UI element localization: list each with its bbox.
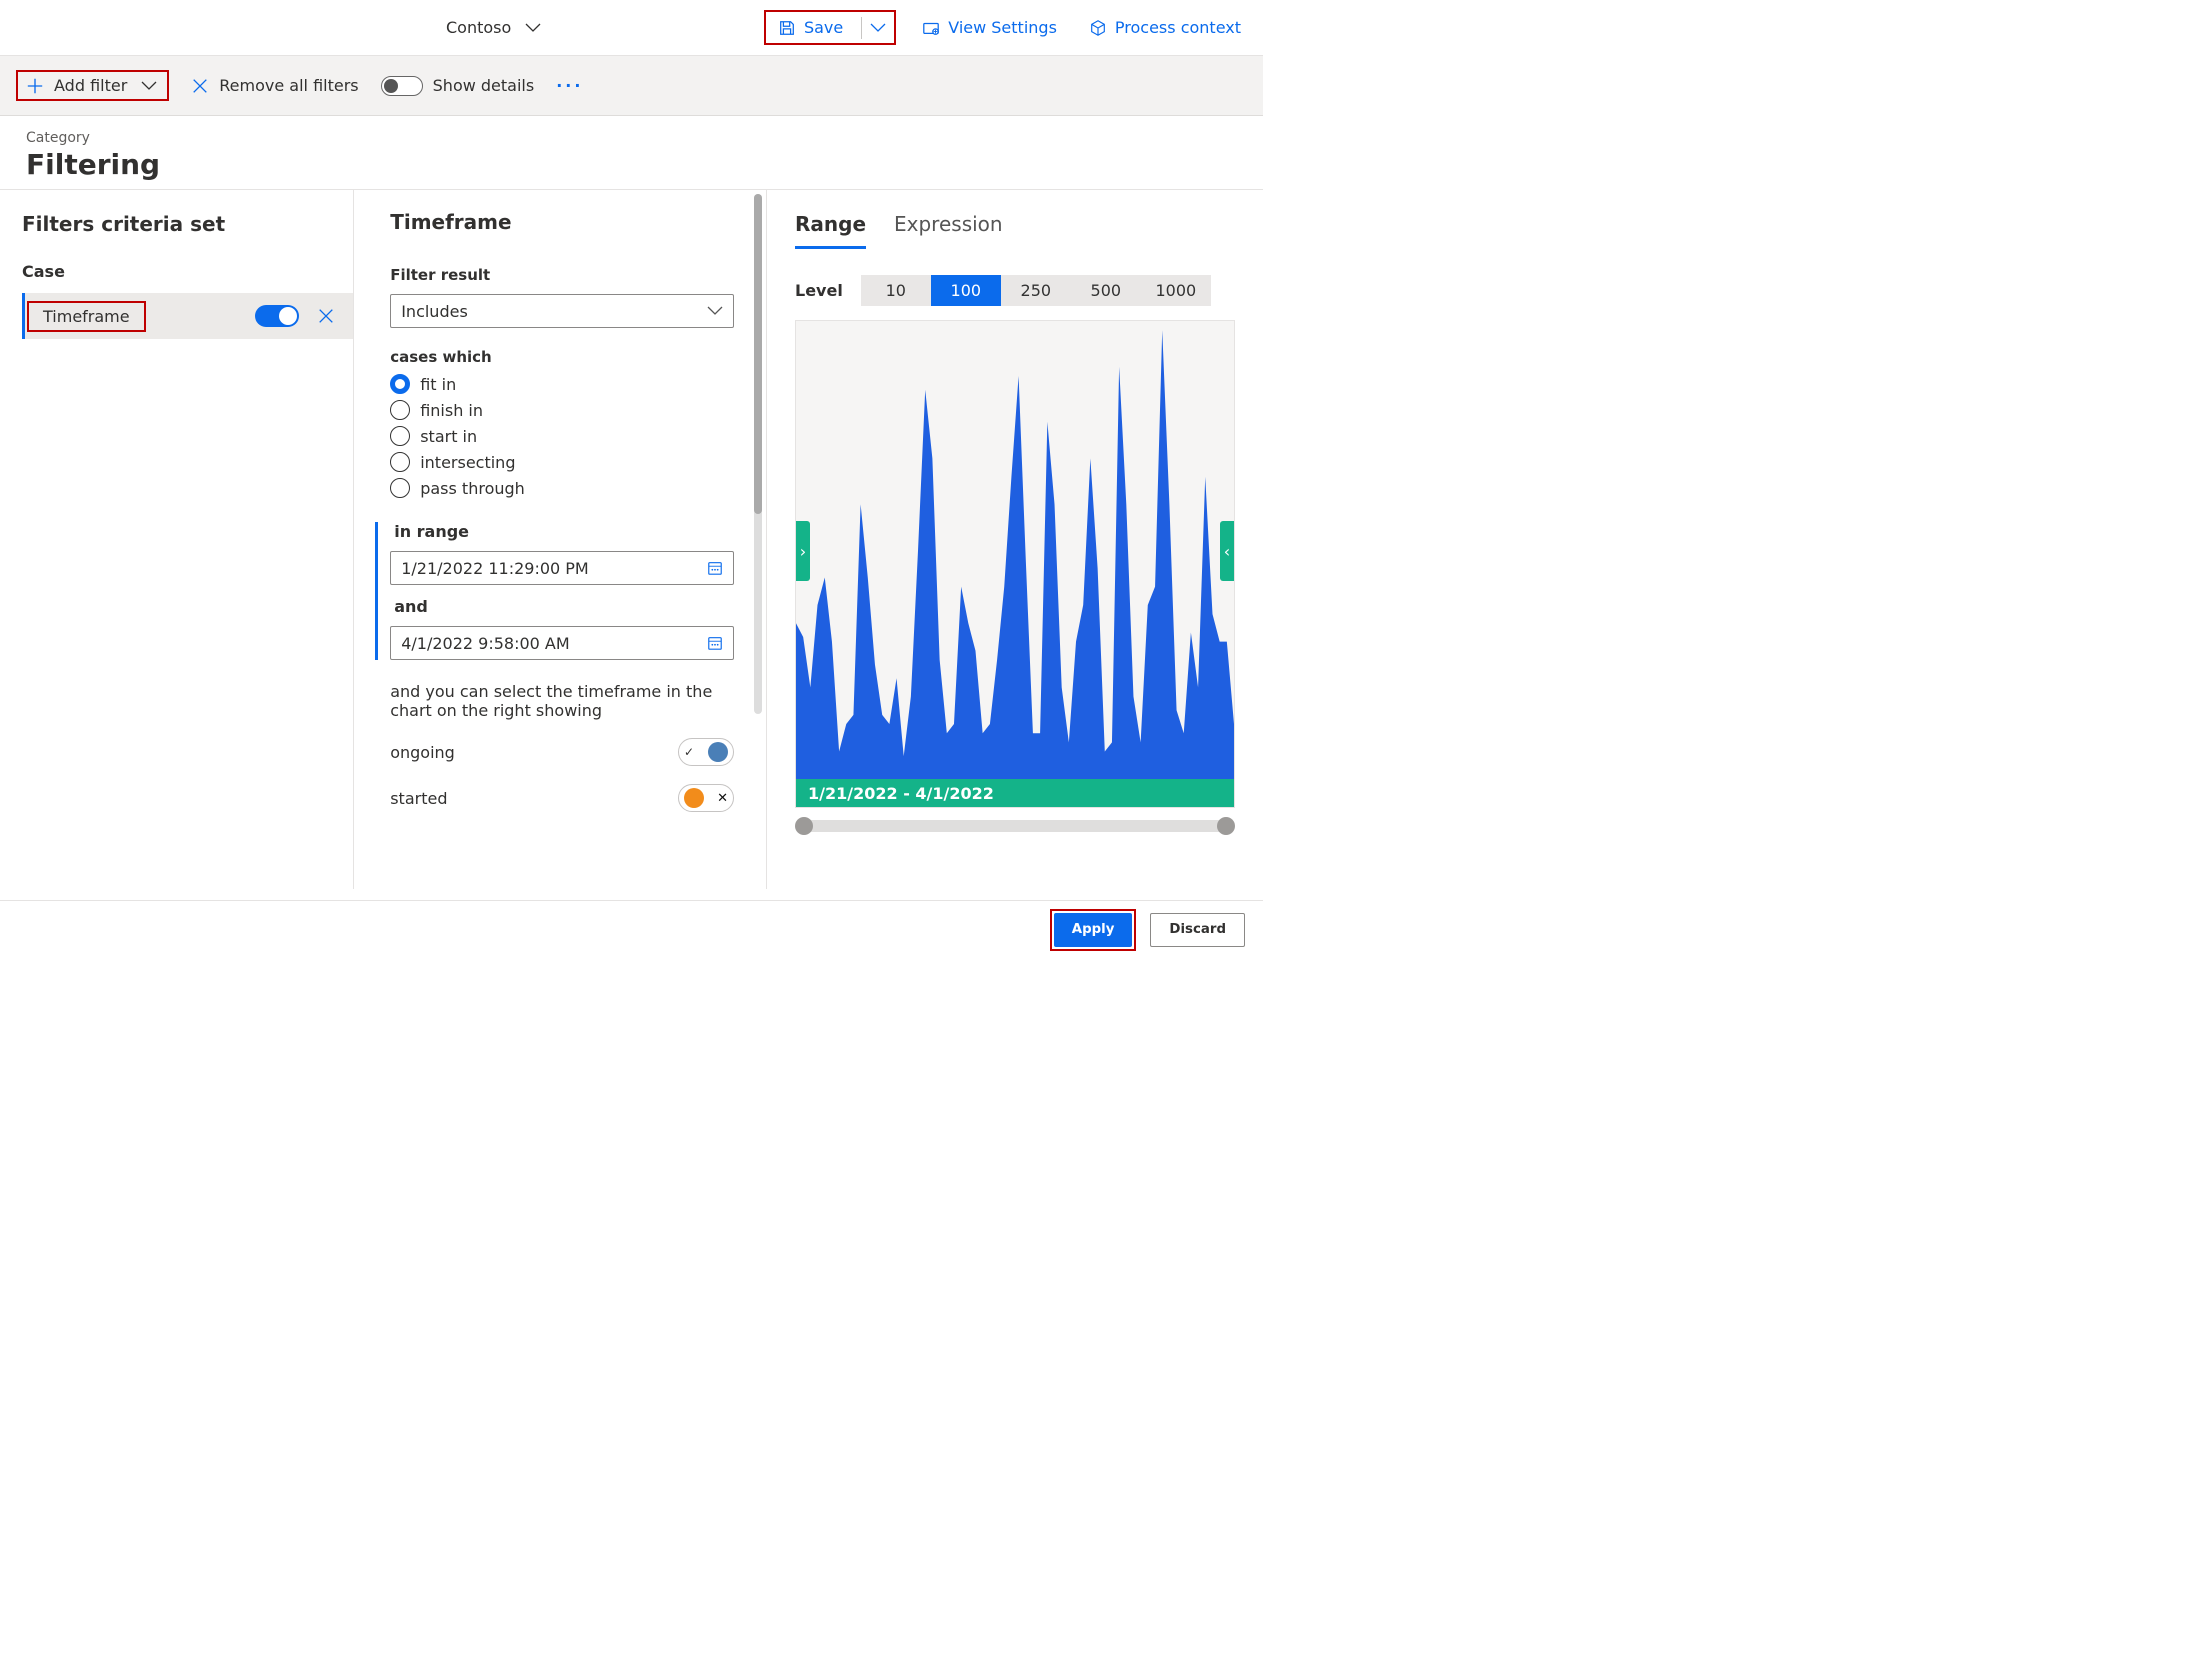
radio-pass-through[interactable]: pass through (390, 478, 734, 498)
radio-label: intersecting (420, 453, 515, 472)
and-label: and (394, 597, 734, 616)
remove-filter-icon[interactable] (317, 307, 335, 325)
started-toggle[interactable]: ✕ (678, 784, 734, 812)
helper-text: and you can select the timeframe in the … (390, 682, 734, 720)
ongoing-label: ongoing (390, 743, 455, 762)
radio-fit-in[interactable]: fit in (390, 374, 734, 394)
add-filter-button[interactable]: Add filter (26, 76, 127, 95)
filter-title: Timeframe (390, 210, 734, 234)
filter-result-label: Filter result (390, 266, 734, 284)
remove-all-label: Remove all filters (219, 76, 358, 95)
radio-dot-icon (390, 374, 410, 394)
radio-label: fit in (420, 375, 456, 394)
toggle-icon (381, 76, 423, 96)
process-context-label: Process context (1115, 18, 1241, 37)
dot-icon (708, 742, 728, 762)
chart-area-series (796, 330, 1234, 779)
page-title: Filtering (26, 148, 1237, 181)
save-label: Save (804, 18, 843, 37)
view-settings-button[interactable]: View Settings (916, 14, 1063, 41)
range-end-value: 4/1/2022 9:58:00 AM (401, 634, 569, 653)
level-250[interactable]: 250 (1001, 275, 1071, 306)
range-end-input[interactable]: 4/1/2022 9:58:00 AM (390, 626, 734, 660)
filter-result-value: Includes (401, 302, 468, 321)
x-icon: ✕ (717, 791, 728, 806)
radio-intersecting[interactable]: intersecting (390, 452, 734, 472)
check-icon: ✓ (684, 745, 694, 759)
range-slider[interactable] (797, 820, 1233, 832)
overflow-menu[interactable]: ··· (556, 76, 583, 95)
filter-item-timeframe[interactable]: Timeframe (22, 293, 353, 339)
filter-name-highlight: Timeframe (27, 301, 146, 332)
cube-icon (1089, 19, 1107, 37)
org-selector[interactable]: Contoso (446, 18, 541, 37)
show-details-label: Show details (433, 76, 535, 95)
filters-panel-title: Filters criteria set (22, 212, 353, 236)
save-icon (778, 19, 796, 37)
radio-dot-icon (390, 426, 410, 446)
radio-dot-icon (390, 452, 410, 472)
level-500[interactable]: 500 (1071, 275, 1141, 306)
range-start-value: 1/21/2022 11:29:00 PM (401, 559, 589, 578)
radio-label: start in (420, 427, 477, 446)
save-button[interactable]: Save (772, 14, 849, 41)
in-range-label: in range (394, 522, 734, 541)
add-filter-label: Add filter (54, 76, 127, 95)
filter-enabled-toggle[interactable] (255, 305, 299, 327)
discard-button[interactable]: Discard (1150, 913, 1245, 947)
dot-icon (684, 788, 704, 808)
radio-label: finish in (420, 401, 483, 420)
plus-icon (26, 77, 44, 95)
radio-finish-in[interactable]: finish in (390, 400, 734, 420)
calendar-icon (707, 635, 723, 651)
chevron-down-icon[interactable] (141, 78, 157, 94)
range-start-input[interactable]: 1/21/2022 11:29:00 PM (390, 551, 734, 585)
radio-dot-icon (390, 400, 410, 420)
remove-all-filters-button[interactable]: Remove all filters (191, 76, 358, 95)
level-selector: 101002505001000 (861, 275, 1211, 306)
level-label: Level (795, 281, 843, 300)
level-10[interactable]: 10 (861, 275, 931, 306)
started-label: started (390, 789, 447, 808)
slider-knob-left[interactable] (795, 817, 813, 835)
x-icon (191, 77, 209, 95)
divider (861, 17, 862, 39)
show-details-toggle[interactable]: Show details (381, 76, 535, 96)
filter-group-label: Case (22, 262, 353, 281)
filter-result-select[interactable]: Includes (390, 294, 734, 328)
tab-range[interactable]: Range (795, 212, 866, 249)
chevron-down-icon[interactable] (870, 20, 886, 36)
level-1000[interactable]: 1000 (1141, 275, 1211, 306)
add-filter-highlight: Add filter (16, 70, 169, 101)
chart-range-label: 1/21/2022 - 4/1/2022 (796, 779, 1234, 807)
radio-dot-icon (390, 478, 410, 498)
save-group-highlight: Save (764, 10, 896, 45)
org-name: Contoso (446, 18, 511, 37)
apply-button[interactable]: Apply (1054, 913, 1133, 947)
range-chart[interactable]: › ‹ 1/21/2022 - 4/1/2022 (795, 320, 1235, 808)
radio-label: pass through (420, 479, 525, 498)
tab-expression[interactable]: Expression (894, 212, 1003, 249)
apply-highlight: Apply (1050, 909, 1137, 951)
ongoing-toggle[interactable]: ✓ (678, 738, 734, 766)
category-label: Category (26, 130, 1237, 146)
filter-name: Timeframe (43, 307, 130, 326)
level-100[interactable]: 100 (931, 275, 1001, 306)
slider-knob-right[interactable] (1217, 817, 1235, 835)
cases-which-label: cases which (390, 348, 734, 366)
view-settings-icon (922, 19, 940, 37)
command-bar: Add filter Remove all filters Show detai… (0, 56, 1263, 116)
chevron-down-icon (525, 20, 541, 36)
chevron-down-icon (707, 303, 723, 319)
process-context-button[interactable]: Process context (1083, 14, 1247, 41)
scrollbar[interactable] (754, 194, 762, 714)
view-settings-label: View Settings (948, 18, 1057, 37)
radio-start-in[interactable]: start in (390, 426, 734, 446)
calendar-icon (707, 560, 723, 576)
